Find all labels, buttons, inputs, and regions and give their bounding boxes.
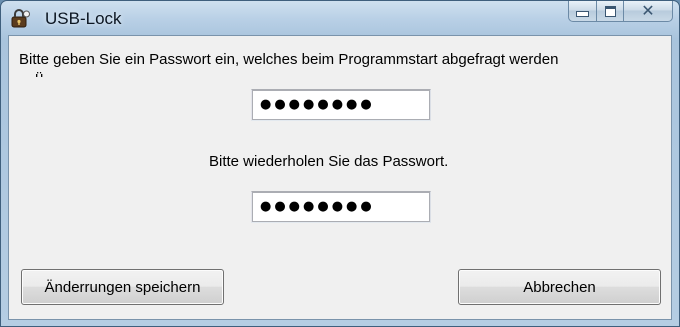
maximize-button[interactable]: [596, 1, 623, 22]
close-button[interactable]: ✕: [623, 1, 673, 22]
repeat-password-input[interactable]: ●●●●●●●●: [251, 191, 431, 223]
window-title: USB-Lock: [45, 9, 122, 28]
password-input[interactable]: ●●●●●●●●: [251, 89, 431, 121]
save-changes-button[interactable]: Änderrungen speichern: [21, 269, 224, 305]
close-icon: ✕: [641, 1, 655, 20]
title-bar[interactable]: USB-Lock ✕: [1, 1, 679, 35]
dialog-content: Bitte geben Sie ein Passwort ein, welche…: [8, 35, 672, 320]
minimize-icon: [576, 11, 589, 17]
password-prompt-text: Bitte geben Sie ein Passwort ein, welche…: [19, 51, 559, 68]
maximize-icon: [604, 5, 616, 17]
caption-buttons: ✕: [568, 1, 673, 23]
repeat-password-label: Bitte wiederholen Sie das Passwort.: [209, 153, 449, 170]
usb-lock-dialog: USB-Lock ✕ Bitte geben Sie ein Passwort …: [0, 0, 680, 327]
cancel-button[interactable]: Abbrechen: [458, 269, 661, 305]
lock-key-icon: [9, 8, 31, 28]
minimize-button[interactable]: [568, 1, 596, 22]
password-prompt-continuation: ü: [35, 70, 43, 77]
